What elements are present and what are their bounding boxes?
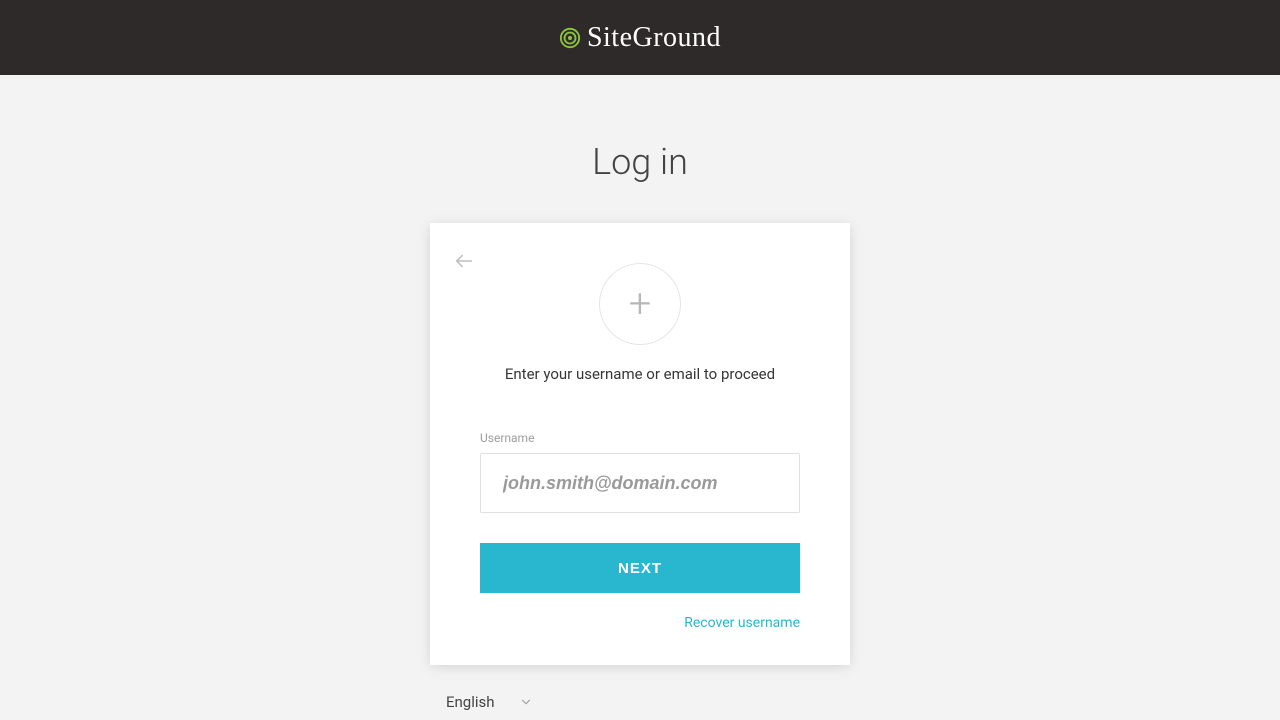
- username-input[interactable]: [480, 453, 800, 513]
- language-current: English: [446, 693, 495, 711]
- username-label: Username: [480, 431, 800, 445]
- avatar-placeholder: +: [599, 263, 681, 345]
- login-card: + Enter your username or email to procee…: [430, 223, 850, 665]
- login-instruction: Enter your username or email to proceed: [480, 365, 800, 383]
- language-switcher[interactable]: English: [430, 693, 850, 711]
- back-button[interactable]: [452, 249, 476, 273]
- site-header: SiteGround: [0, 0, 1280, 75]
- main-content: Log in + Enter your username or email to…: [0, 75, 1280, 711]
- chevron-down-icon: [519, 695, 533, 709]
- brand-logo[interactable]: SiteGround: [559, 22, 721, 54]
- recover-username-link[interactable]: Recover username: [480, 615, 800, 631]
- logo-spiral-icon: [559, 27, 581, 49]
- arrow-left-icon: [453, 250, 475, 272]
- plus-icon: +: [629, 284, 652, 324]
- page-title: Log in: [592, 141, 688, 183]
- next-button[interactable]: NEXT: [480, 543, 800, 593]
- brand-name: SiteGround: [587, 22, 721, 54]
